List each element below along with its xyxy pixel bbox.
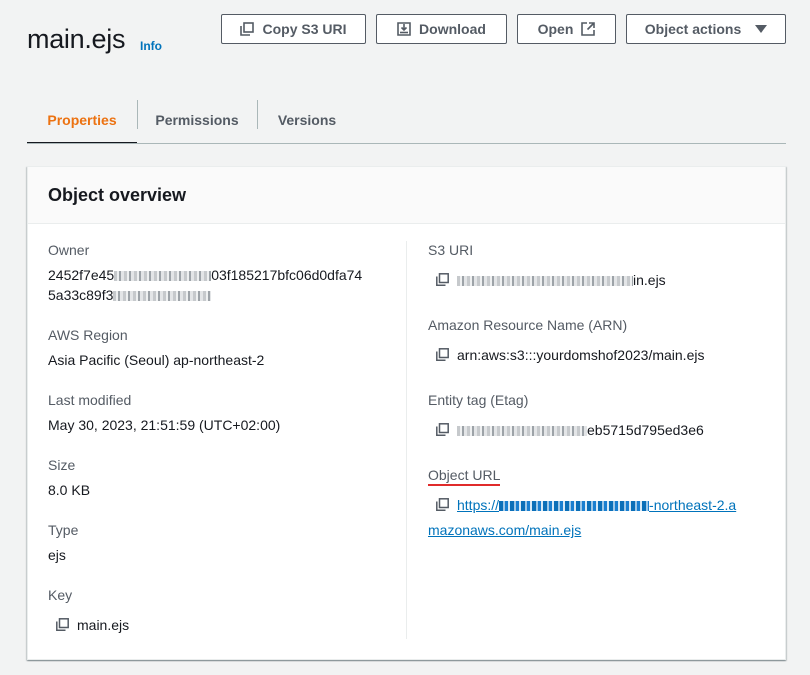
copy-icon[interactable] [56,618,69,631]
last-modified-value: May 30, 2023, 21:51:59 (UTC+02:00) [48,417,281,433]
redacted-text [113,291,212,302]
region-label: AWS Region [48,327,128,343]
open-button[interactable]: Open [517,14,616,44]
column-divider [406,241,407,639]
object-url-link-line1[interactable]: https:// -northeast-2.a [457,497,736,513]
panel-title: Object overview [48,185,187,205]
object-overview-panel: Object overview Owner 2452f7e45 03f185217… [27,166,786,660]
owner-value-end: 03f185217bfc06d0dfa74 [211,267,363,283]
type-value: ejs [48,547,66,563]
tab-versions[interactable]: Versions [257,96,357,144]
size-value: 8.0 KB [48,482,91,498]
type-label: Type [48,522,79,538]
object-url-end[interactable]: -northeast-2.a [649,497,736,513]
redacted-link-text[interactable] [499,501,650,512]
last-modified-label: Last modified [48,392,132,408]
owner-label: Owner [48,242,90,258]
object-actions-label: Object actions [644,21,742,37]
page-title: main.ejs [27,24,126,54]
s3-uri-value: in.ejs [457,272,666,288]
etag-label: Entity tag (Etag) [428,392,529,408]
copy-icon[interactable] [436,498,449,511]
copy-icon[interactable] [436,273,449,286]
tab-permissions[interactable]: Permissions [137,96,257,144]
object-url-link-line2[interactable]: mazonaws.com/main.ejs [428,522,581,538]
copy-icon[interactable] [436,423,449,436]
object-url-start[interactable]: https:// [457,497,499,513]
external-link-icon [581,22,596,36]
s3-uri-value-end: in.ejs [633,272,666,288]
key-value: main.ejs [77,617,130,633]
etag-value-end: eb5715d795ed3e6 [587,422,704,438]
key-label: Key [48,587,73,603]
open-label: Open [537,21,574,37]
panel-header: Object overview [28,167,785,224]
s3-uri-label: S3 URI [428,242,474,258]
redacted-text [114,271,212,282]
tabs-underline [27,143,786,144]
download-button[interactable]: Download [376,14,507,44]
etag-value: eb5715d795ed3e6 [457,422,704,438]
owner-value-line2: 5a33c89f3 [48,287,212,303]
download-icon [397,22,411,36]
arn-label: Amazon Resource Name (ARN) [428,317,628,333]
owner-value-line1: 2452f7e45 03f185217bfc06d0dfa74 [48,267,362,283]
region-value: Asia Pacific (Seoul) ap-northeast-2 [48,352,265,368]
copy-icon[interactable] [436,348,449,361]
redacted-text [457,426,587,437]
caret-down-icon [755,25,768,33]
copy-s3-uri-button[interactable]: Copy S3 URI [221,14,366,44]
redacted-text [457,276,633,287]
object-url-label: Object URL [428,467,501,486]
owner-value-start: 2452f7e45 [48,267,115,283]
copy-icon [240,22,255,36]
info-link[interactable]: Info [140,39,162,53]
object-actions-dropdown[interactable]: Object actions [626,14,786,44]
copy-s3-uri-label: Copy S3 URI [262,21,347,37]
tab-properties[interactable]: Properties [27,96,137,144]
object-tabs: Properties Permissions Versions [27,96,786,144]
download-label: Download [419,21,486,37]
object-url-line2[interactable]: mazonaws.com/main.ejs [428,522,581,538]
arn-value: arn:aws:s3:::yourdomshof2023/main.ejs [457,347,705,363]
size-label: Size [48,457,76,473]
owner-value-line2-start: 5a33c89f3 [48,287,114,303]
object-detail-page: main.ejs Info Copy S3 URI Download Open … [0,0,810,675]
